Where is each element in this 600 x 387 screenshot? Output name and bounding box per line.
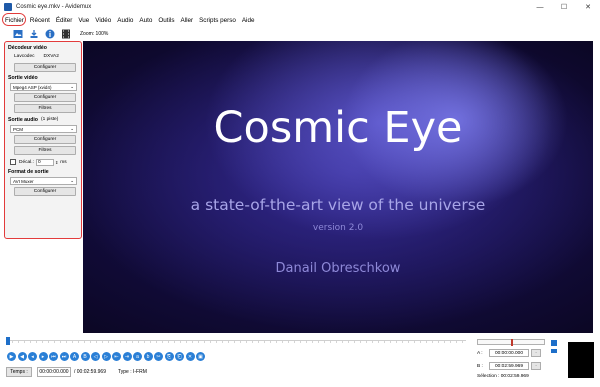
video-version-text: version 2.0 bbox=[312, 223, 364, 233]
time-row: Temps : 00:00:00.000 / 00:02:59.969 Type… bbox=[6, 367, 147, 377]
menu-editer[interactable]: Éditer bbox=[56, 17, 72, 24]
cut-icon[interactable]: ✂ bbox=[154, 352, 163, 361]
selection-duration-label: Sélection : 00:02:59.969 bbox=[477, 374, 529, 379]
video-decoder-configure-button[interactable]: Configurer bbox=[14, 63, 76, 72]
video-preview: Cosmic Eye a state-of-the-art view of th… bbox=[83, 41, 593, 333]
prev-keyframe-icon[interactable]: ⏮ bbox=[49, 352, 58, 361]
copy-icon[interactable]: ⎘ bbox=[164, 352, 174, 361]
window-title: Cosmic eye.mkv - Avidemux bbox=[16, 4, 92, 10]
zoom-label: Zoom: 100% bbox=[80, 31, 109, 37]
save-video-icon[interactable] bbox=[28, 29, 39, 40]
menu-scripts-perso[interactable]: Scripts perso bbox=[199, 17, 236, 24]
video-codec-value: Mpeg4 ASP (xvid4) bbox=[13, 84, 52, 90]
prev-black-icon[interactable]: ◁ bbox=[91, 352, 100, 361]
audio-configure-button[interactable]: Configurer bbox=[14, 135, 76, 144]
marker-a-reset-button[interactable]: · bbox=[531, 349, 541, 357]
film-icon[interactable] bbox=[60, 29, 71, 40]
menu-aller[interactable]: Aller bbox=[180, 17, 193, 24]
goto-b-icon[interactable]: b bbox=[143, 352, 153, 361]
volume-control[interactable] bbox=[551, 340, 559, 380]
output-format-title: Format de sortie bbox=[8, 169, 49, 175]
time-button[interactable]: Temps : bbox=[6, 367, 32, 377]
marker-b-label: B : bbox=[477, 363, 483, 369]
selection-slider[interactable] bbox=[477, 339, 545, 346]
chevron-down-icon: ⌄ bbox=[70, 126, 74, 131]
muxer-configure-button[interactable]: Configurer bbox=[14, 187, 76, 196]
menu-vue[interactable]: Vue bbox=[78, 17, 89, 24]
dxva-label: DXVA2 bbox=[43, 53, 59, 59]
audio-codec-value: PCM bbox=[13, 126, 23, 132]
title-bar: Cosmic eye.mkv - Avidemux — ☐ ✕ bbox=[0, 0, 600, 14]
video-filters-button[interactable]: Filtres bbox=[14, 104, 76, 113]
video-author-text: Danail Obreschkow bbox=[275, 261, 401, 276]
audio-meter-preview bbox=[568, 342, 594, 378]
left-panel: Décodeur vidéo Lavcodec DXVA2 Configurer… bbox=[4, 41, 82, 239]
marker-a-label: A : bbox=[477, 350, 483, 356]
marker-a-icon[interactable]: A bbox=[70, 352, 79, 361]
video-title-text: Cosmic Eye bbox=[213, 103, 463, 153]
toolbar: Zoom: 100% bbox=[0, 27, 600, 41]
marker-b-reset-button[interactable]: · bbox=[531, 362, 541, 370]
menu-fichier-highlight bbox=[2, 13, 26, 26]
next-black-icon[interactable]: ▷ bbox=[101, 352, 111, 361]
info-icon[interactable] bbox=[44, 29, 55, 40]
muxer-select[interactable]: AVI Muxer ⌄ bbox=[10, 177, 77, 185]
seek-handle[interactable] bbox=[6, 337, 10, 345]
video-subtitle-text: a state-of-the-art view of the universe bbox=[190, 196, 486, 214]
next-keyframe-icon[interactable]: ⏭ bbox=[59, 352, 69, 361]
seek-bar[interactable] bbox=[6, 340, 466, 343]
lavcodec-label: Lavcodec bbox=[14, 53, 35, 59]
video-output-title: Sortie vidéo bbox=[8, 75, 38, 81]
playback-controls: ▶ ◀ ◂ ▸ ⏮ ⏭ A B ◁ ▷ ⇤ ⇥ a b ✂ ⎘ ⎗ ✕ ▣ bbox=[7, 352, 207, 361]
preview-icon[interactable]: ▣ bbox=[196, 352, 205, 361]
window-controls: — ☐ ✕ bbox=[528, 0, 600, 14]
maximize-button[interactable]: ☐ bbox=[552, 0, 576, 14]
audio-output-title: Sortie audio bbox=[8, 116, 38, 123]
menu-outils[interactable]: Outils bbox=[158, 17, 174, 24]
chevron-down-icon: ⌄ bbox=[70, 178, 74, 183]
close-button[interactable]: ✕ bbox=[576, 0, 600, 14]
selection-panel: A : 00:00:00.000 · B : 00:02:59.969 · Sé… bbox=[477, 339, 545, 383]
total-time-label: / 00:02:59.969 bbox=[74, 369, 106, 375]
spin-arrows-icon[interactable]: ⇕ bbox=[55, 160, 58, 165]
shift-value: 0 bbox=[37, 159, 41, 165]
selection-marker bbox=[511, 339, 513, 346]
marker-a-field[interactable]: 00:00:00.000 bbox=[489, 349, 529, 357]
current-time-field[interactable]: 00:00:00.000 bbox=[37, 367, 71, 377]
muxer-value: AVI Muxer bbox=[13, 178, 34, 184]
audio-codec-select[interactable]: PCM ⌄ bbox=[10, 125, 77, 133]
open-video-icon[interactable] bbox=[12, 29, 23, 40]
prev-frame-icon[interactable]: ◂ bbox=[28, 352, 37, 361]
menu-auto[interactable]: Auto bbox=[139, 17, 152, 24]
next-frame-icon[interactable]: ▸ bbox=[38, 352, 48, 361]
chevron-down-icon: ⌄ bbox=[70, 84, 74, 89]
goto-end-icon[interactable]: ⇥ bbox=[122, 352, 132, 361]
volume-slider[interactable] bbox=[551, 349, 557, 353]
marker-b-field[interactable]: 00:02:59.969 bbox=[489, 362, 529, 370]
menu-audio[interactable]: Audio bbox=[117, 17, 133, 24]
shift-unit: ms bbox=[60, 159, 67, 165]
menu-bar: Fichier Récent Éditer Vue Vidéo Audio Au… bbox=[0, 14, 600, 26]
menu-aide[interactable]: Aide bbox=[242, 17, 255, 24]
app-icon bbox=[4, 3, 12, 11]
audio-filters-button[interactable]: Filtres bbox=[14, 146, 76, 155]
audio-tracks-label: (1 piste) bbox=[40, 116, 59, 122]
menu-video[interactable]: Vidéo bbox=[95, 17, 111, 24]
play-icon[interactable]: ▶ bbox=[7, 352, 16, 361]
speaker-icon[interactable] bbox=[551, 340, 557, 346]
rewind-icon[interactable]: ◀ bbox=[17, 352, 27, 361]
shift-label: Décal.: bbox=[19, 159, 34, 165]
goto-a-icon[interactable]: a bbox=[133, 352, 142, 361]
shift-checkbox[interactable] bbox=[10, 159, 16, 165]
frame-type-label: Type : I-FRM bbox=[117, 369, 147, 375]
marker-b-icon[interactable]: B bbox=[80, 352, 90, 361]
shift-input[interactable]: 0 bbox=[35, 158, 54, 166]
menu-recent[interactable]: Récent bbox=[30, 17, 50, 24]
video-configure-button[interactable]: Configurer bbox=[14, 93, 76, 102]
video-codec-select[interactable]: Mpeg4 ASP (xvid4) ⌄ bbox=[10, 83, 77, 91]
minimize-button[interactable]: — bbox=[528, 0, 552, 14]
paste-icon[interactable]: ⎗ bbox=[175, 352, 184, 361]
goto-start-icon[interactable]: ⇤ bbox=[112, 352, 121, 361]
delete-icon[interactable]: ✕ bbox=[185, 352, 195, 361]
